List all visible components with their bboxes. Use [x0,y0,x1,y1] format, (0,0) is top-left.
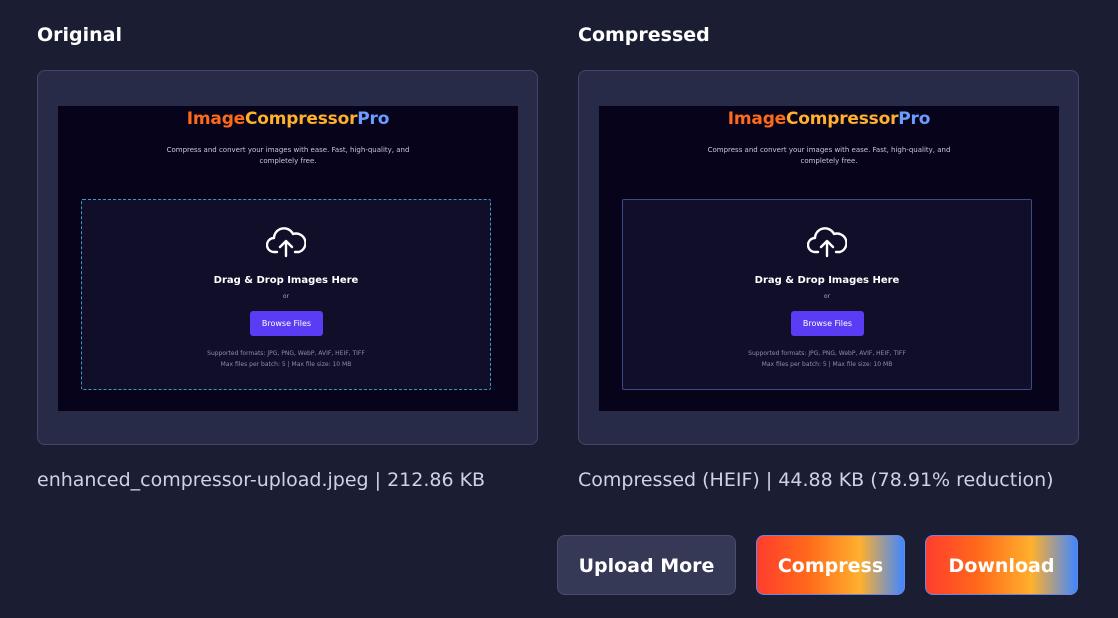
preview-logo: ImageCompressorPro [58,109,518,129]
dropzone-or: or [282,293,290,300]
original-caption: enhanced_compressor-upload.jpeg | 212.86… [37,469,486,491]
original-preview-image: ImageCompressorPro Compress and convert … [58,106,518,411]
logo-part-1: Image [727,109,786,129]
original-title: Original [37,24,123,46]
cloud-upload-icon [266,227,306,258]
browse-files-button: Browse Files [791,311,864,336]
preview-dropzone: Drag & Drop Images Here or Browse Files … [81,199,491,390]
formats-line: Supported formats: JPG, PNG, WebP, AVIF,… [207,350,365,357]
compressed-preview-image: ImageCompressorPro Compress and convert … [599,106,1059,411]
logo-part-2: Compressor [786,109,899,129]
dropzone-info: Supported formats: JPG, PNG, WebP, AVIF,… [623,348,1031,370]
preview-tagline: Compress and convert your images with ea… [166,146,410,165]
limits-line: Max files per batch: 5 | Max file size: … [220,361,352,368]
preview-tagline: Compress and convert your images with ea… [707,146,951,165]
limits-line: Max files per batch: 5 | Max file size: … [761,361,893,368]
download-button[interactable]: Download [925,535,1078,595]
dropzone-or: or [823,293,831,300]
compressed-caption: Compressed (HEIF) | 44.88 KB (78.91% red… [578,469,1054,491]
dropzone-title: Drag & Drop Images Here [213,275,359,286]
compressed-title: Compressed [578,24,710,46]
preview-dropzone: Drag & Drop Images Here or Browse Files … [622,199,1032,390]
logo-part-2: Compressor [245,109,358,129]
browse-files-button: Browse Files [250,311,323,336]
preview-logo: ImageCompressorPro [599,109,1059,129]
logo-part-3: Pro [357,109,390,129]
compressed-preview-frame: ImageCompressorPro Compress and convert … [578,70,1079,445]
dropzone-info: Supported formats: JPG, PNG, WebP, AVIF,… [82,348,490,370]
upload-more-button[interactable]: Upload More [557,535,736,595]
compress-button[interactable]: Compress [756,535,905,595]
original-preview-frame: ImageCompressorPro Compress and convert … [37,70,538,445]
logo-part-3: Pro [898,109,931,129]
logo-part-1: Image [186,109,245,129]
formats-line: Supported formats: JPG, PNG, WebP, AVIF,… [748,350,906,357]
dropzone-title: Drag & Drop Images Here [754,275,900,286]
cloud-upload-icon [807,227,847,258]
